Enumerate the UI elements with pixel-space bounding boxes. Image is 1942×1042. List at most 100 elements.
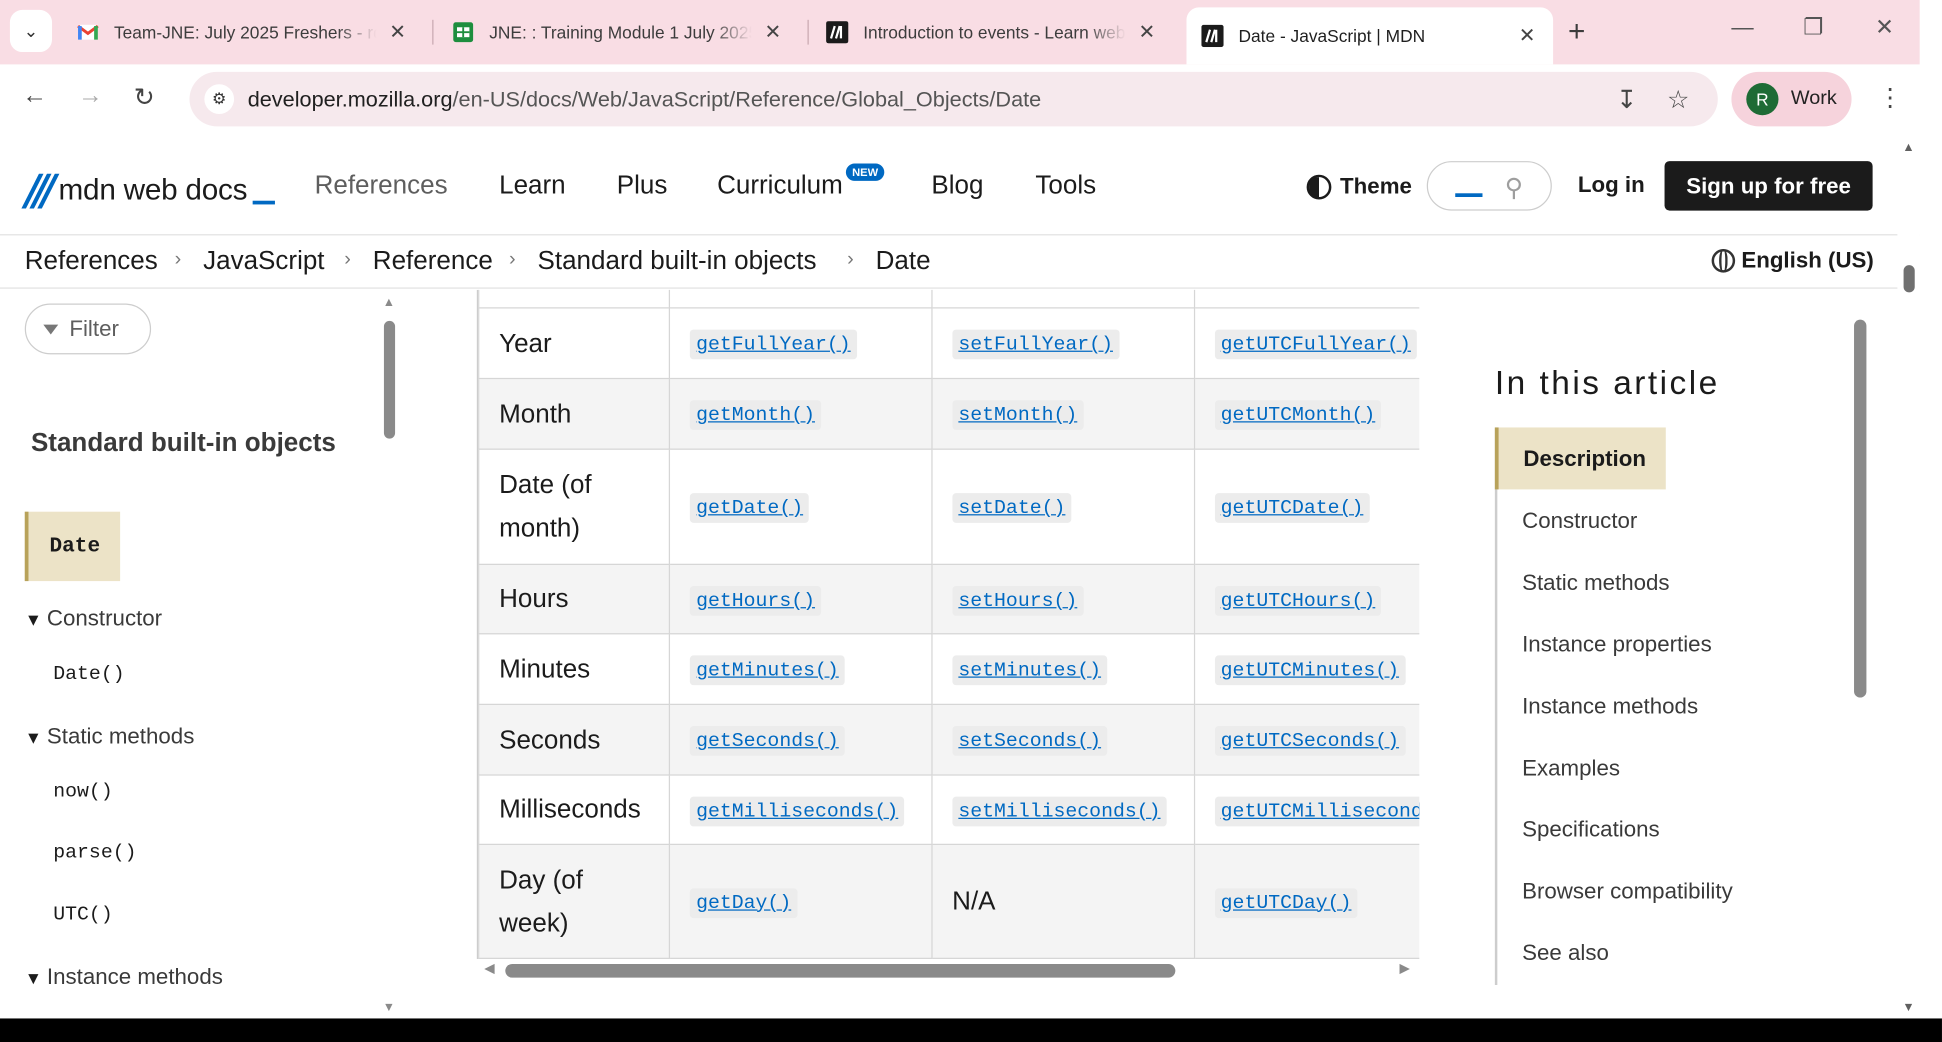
table-cell: getHours() xyxy=(668,563,933,635)
close-icon[interactable]: ✕ xyxy=(386,20,408,45)
back-icon[interactable]: ← xyxy=(22,82,47,110)
restore-icon[interactable]: ❐ xyxy=(1803,15,1823,41)
tab-gmail[interactable]: Team-JNE: July 2025 Freshers - rohit ✕ xyxy=(62,10,424,55)
reload-icon[interactable]: ↻ xyxy=(134,82,155,113)
install-app-icon[interactable]: ↧ xyxy=(1616,84,1637,115)
breadcrumb: References › JavaScript › Reference › St… xyxy=(0,236,1920,289)
sidebar-item-now[interactable]: now() xyxy=(53,781,112,803)
toc-item-static-methods[interactable]: Static methods xyxy=(1522,570,1669,596)
close-icon[interactable]: ✕ xyxy=(1516,24,1538,49)
close-icon[interactable]: ✕ xyxy=(1136,20,1158,45)
nav-tools[interactable]: Tools xyxy=(1035,171,1096,201)
nav-blog[interactable]: Blog xyxy=(931,171,983,201)
tab-separator xyxy=(807,19,809,45)
method-link[interactable]: getMonth() xyxy=(689,400,822,430)
sidebar-title[interactable]: Standard built-in objects xyxy=(31,429,336,459)
toc-item-description[interactable]: Description xyxy=(1494,427,1666,490)
method-link[interactable]: getUTCMonth() xyxy=(1214,400,1382,430)
table-horizontal-scrollbar[interactable]: ◀ ▶ xyxy=(476,958,1420,982)
scroll-down-icon[interactable]: ▼ xyxy=(383,1001,395,1015)
scroll-down-icon[interactable]: ▼ xyxy=(1902,1001,1914,1015)
method-link[interactable]: getUTCSeconds() xyxy=(1214,726,1406,756)
scrollbar-thumb[interactable] xyxy=(505,963,1176,978)
method-link[interactable]: getUTCFullYear() xyxy=(1214,329,1418,360)
url-text[interactable]: developer.mozilla.org/en-US/docs/Web/Jav… xyxy=(248,87,1042,113)
scroll-left-icon[interactable]: ◀ xyxy=(484,960,494,976)
method-link[interactable]: getUTCMinutes() xyxy=(1214,655,1406,686)
method-link[interactable]: getDay() xyxy=(689,887,798,918)
nav-learn[interactable]: Learn xyxy=(499,171,566,201)
sidebar-section-instance-methods[interactable]: ▼ Instance methods xyxy=(25,964,223,990)
method-link[interactable]: setMinutes() xyxy=(952,655,1108,686)
scroll-right-icon[interactable]: ▶ xyxy=(1400,960,1410,976)
toc-item-constructor[interactable]: Constructor xyxy=(1522,508,1637,534)
language-switcher[interactable]: English (US) xyxy=(1711,248,1874,274)
minimize-icon[interactable]: — xyxy=(1731,15,1753,41)
close-icon[interactable]: ✕ xyxy=(762,20,784,45)
tab-mdn-events[interactable]: Introduction to events - Learn web ✕ xyxy=(811,10,1173,55)
search-icon[interactable]: ⚲ xyxy=(1505,172,1523,203)
bookmark-star-icon[interactable]: ☆ xyxy=(1667,84,1689,115)
nav-references[interactable]: References xyxy=(315,171,448,201)
method-link[interactable]: getSeconds() xyxy=(689,726,845,756)
sidebar-item-utc[interactable]: UTC() xyxy=(53,903,112,925)
page-scrollbar-thumb[interactable] xyxy=(1903,265,1915,293)
breadcrumb-reference[interactable]: Reference xyxy=(373,247,493,277)
toc-item-see-also[interactable]: See also xyxy=(1522,940,1609,966)
method-link[interactable]: getMilliseconds() xyxy=(689,796,905,826)
method-link[interactable]: getUTCDate() xyxy=(1214,493,1370,523)
method-link[interactable]: setSeconds() xyxy=(952,726,1108,756)
breadcrumb-standard-objects[interactable]: Standard built-in objects xyxy=(538,247,817,277)
method-link[interactable]: getDate() xyxy=(689,493,810,523)
sidebar-item-parse[interactable]: parse() xyxy=(53,841,136,863)
login-link[interactable]: Log in xyxy=(1578,172,1645,198)
breadcrumb-javascript[interactable]: JavaScript xyxy=(203,247,324,277)
toc-item-examples[interactable]: Examples xyxy=(1522,756,1620,782)
address-bar[interactable]: ⚙ developer.mozilla.org/en-US/docs/Web/J… xyxy=(189,71,1718,127)
method-link[interactable]: getUTCMilliseconds() xyxy=(1214,796,1420,826)
tab-mdn-date[interactable]: Date - JavaScript | MDN ✕ xyxy=(1186,7,1554,65)
method-link[interactable]: getFullYear() xyxy=(689,329,857,360)
tab-search-button[interactable]: ⌄ xyxy=(9,9,53,53)
sidebar-item-date-constructor[interactable]: Date() xyxy=(53,663,124,685)
method-link[interactable]: setHours() xyxy=(952,585,1084,616)
new-tab-button[interactable]: + xyxy=(1568,15,1585,50)
page-scrollbar[interactable]: ▲ ▼ xyxy=(1897,136,1920,1019)
toc-item-specifications[interactable]: Specifications xyxy=(1522,817,1660,843)
method-link[interactable]: setMilliseconds() xyxy=(952,796,1167,826)
method-link[interactable]: setDate() xyxy=(952,493,1072,523)
more-menu-icon[interactable]: ⋮ xyxy=(1878,82,1903,113)
close-window-icon[interactable]: ✕ xyxy=(1875,15,1894,41)
mdn-logo[interactable]: /// mdn web docs xyxy=(25,166,275,216)
tab-sheets[interactable]: JNE: : Training Module 1 July 2025 ✕ xyxy=(437,10,799,55)
method-link[interactable]: setFullYear() xyxy=(952,329,1120,360)
sidebar-scrollbar[interactable] xyxy=(383,320,396,439)
forward-icon[interactable]: → xyxy=(78,82,103,110)
nav-plus[interactable]: Plus xyxy=(617,171,668,201)
toc-item-instance-methods[interactable]: Instance methods xyxy=(1522,694,1698,720)
sidebar-section-constructor[interactable]: ▼ Constructor xyxy=(25,606,162,632)
scroll-up-icon[interactable]: ▲ xyxy=(1902,141,1914,155)
method-link[interactable]: getUTCDay() xyxy=(1214,887,1358,918)
method-link[interactable]: getHours() xyxy=(689,585,822,616)
method-link[interactable]: setMonth() xyxy=(952,400,1084,430)
scroll-up-icon[interactable]: ▲ xyxy=(383,296,395,310)
toc-scrollbar[interactable] xyxy=(1854,319,1867,698)
toc-item-instance-properties[interactable]: Instance properties xyxy=(1522,632,1712,658)
filter-input[interactable]: Filter xyxy=(24,303,152,355)
method-link[interactable]: getUTCHours() xyxy=(1214,585,1382,616)
breadcrumb-references[interactable]: References xyxy=(25,247,158,277)
table-cell xyxy=(931,289,1195,309)
site-info-icon[interactable]: ⚙ xyxy=(204,84,235,114)
sidebar-section-static-methods[interactable]: ▼ Static methods xyxy=(25,724,195,750)
signup-button[interactable]: Sign up for free xyxy=(1664,161,1873,211)
sidebar-item-date[interactable]: Date xyxy=(24,511,121,582)
nav-curriculum[interactable]: Curriculum xyxy=(717,171,843,201)
profile-button[interactable]: R Work xyxy=(1731,71,1852,127)
breadcrumb-date[interactable]: Date xyxy=(876,247,931,277)
theme-button[interactable]: Theme xyxy=(1306,173,1412,199)
toc-item-browser-compatibility[interactable]: Browser compatibility xyxy=(1522,878,1733,904)
method-link[interactable]: getMinutes() xyxy=(689,655,845,686)
table-cell: getMinutes() xyxy=(668,633,933,705)
search-input[interactable]: ⚲ xyxy=(1426,161,1552,211)
